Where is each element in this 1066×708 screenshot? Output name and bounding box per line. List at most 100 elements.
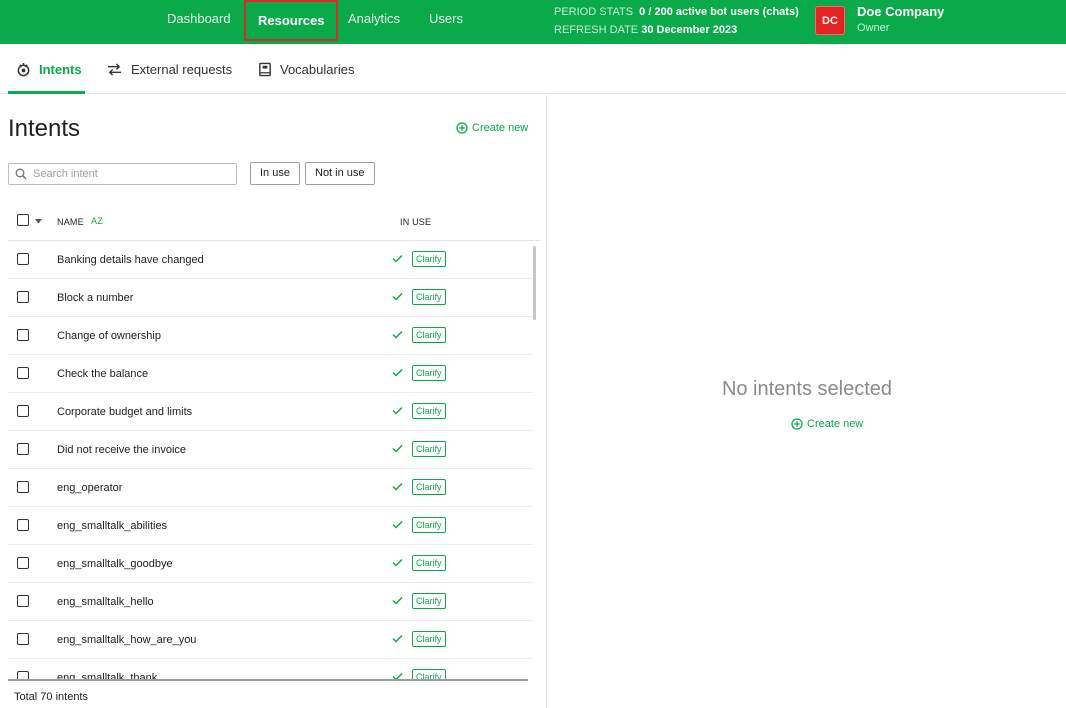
row-checkbox[interactable] bbox=[17, 329, 29, 341]
horizontal-scrollbar[interactable] bbox=[8, 679, 528, 681]
table-header: NAME AZ IN USE bbox=[8, 205, 540, 241]
table-row[interactable]: eng_smalltalk_hello Clarify bbox=[8, 583, 533, 621]
row-checkbox[interactable] bbox=[17, 595, 29, 607]
table-row[interactable]: Change of ownership Clarify bbox=[8, 317, 533, 355]
caret-down-icon[interactable] bbox=[35, 219, 42, 224]
table-row[interactable]: eng_operator Clarify bbox=[8, 469, 533, 507]
row-checkbox[interactable] bbox=[17, 557, 29, 569]
clarify-tag[interactable]: Clarify bbox=[412, 631, 446, 647]
clarify-tag[interactable]: Clarify bbox=[412, 479, 446, 495]
check-icon bbox=[392, 596, 403, 605]
clarify-tag[interactable]: Clarify bbox=[412, 403, 446, 419]
intent-name[interactable]: eng_operator bbox=[57, 469, 122, 507]
empty-state-create-new-label: Create new bbox=[807, 418, 864, 430]
sort-alpha-icon[interactable]: AZ bbox=[91, 216, 103, 226]
table-row[interactable]: eng_smalltalk_thank Clarify bbox=[8, 659, 533, 679]
table-row[interactable]: eng_smalltalk_how_are_you Clarify bbox=[8, 621, 533, 659]
refresh-date-label: REFRESH DATE bbox=[554, 24, 639, 36]
clarify-tag[interactable]: Clarify bbox=[412, 327, 446, 343]
check-icon bbox=[392, 672, 403, 679]
tab-vocabularies[interactable]: Vocabularies bbox=[258, 44, 354, 94]
select-all-checkbox[interactable] bbox=[17, 214, 29, 226]
intent-name[interactable]: Banking details have changed bbox=[57, 241, 204, 279]
table-row[interactable]: Banking details have changed Clarify bbox=[8, 241, 533, 279]
row-checkbox[interactable] bbox=[17, 253, 29, 265]
period-stats: PERIOD STATS 0 / 200 active bot users (c… bbox=[554, 3, 799, 39]
tab-vocabularies-label: Vocabularies bbox=[280, 61, 355, 77]
table-row[interactable]: Check the balance Clarify bbox=[8, 355, 533, 393]
row-checkbox[interactable] bbox=[17, 443, 29, 455]
intents-table: Banking details have changed Clarify Blo… bbox=[8, 241, 533, 679]
empty-state-create-new-button[interactable]: Create new bbox=[791, 418, 863, 430]
check-icon bbox=[392, 368, 403, 377]
intent-name[interactable]: Block a number bbox=[57, 279, 133, 317]
vertical-scrollbar-thumb[interactable] bbox=[533, 246, 536, 320]
create-new-intent-button[interactable]: Create new bbox=[456, 122, 528, 134]
page-title: Intents bbox=[8, 115, 81, 142]
column-header-in-use: IN USE bbox=[400, 217, 432, 227]
intent-name[interactable]: eng_smalltalk_abilities bbox=[57, 507, 167, 545]
tab-external-requests-label: External requests bbox=[131, 61, 233, 77]
active-tab-indicator bbox=[8, 91, 85, 94]
table-row[interactable]: Did not receive the invoice Clarify bbox=[8, 431, 533, 469]
clarify-tag[interactable]: Clarify bbox=[412, 365, 446, 381]
user-role: Owner bbox=[857, 22, 890, 34]
search-box[interactable] bbox=[8, 163, 237, 185]
intent-name[interactable]: Change of ownership bbox=[57, 317, 161, 355]
row-checkbox[interactable] bbox=[17, 291, 29, 303]
company-name[interactable]: Doe Company bbox=[857, 3, 944, 20]
top-bar: Dashboard Resources Analytics Users PERI… bbox=[0, 0, 1066, 44]
create-new-label: Create new bbox=[472, 122, 529, 134]
intent-name[interactable]: Check the balance bbox=[57, 355, 148, 393]
clarify-tag[interactable]: Clarify bbox=[412, 669, 446, 679]
intent-name[interactable]: eng_smalltalk_goodbye bbox=[57, 545, 173, 583]
plus-circle-icon bbox=[791, 418, 803, 430]
intents-list-panel: Intents Create new In use Not in use NAM… bbox=[0, 95, 547, 708]
check-icon bbox=[392, 406, 403, 415]
row-checkbox[interactable] bbox=[17, 481, 29, 493]
intent-name[interactable]: Corporate budget and limits bbox=[57, 393, 192, 431]
filter-in-use-button[interactable]: In use bbox=[250, 162, 300, 185]
clarify-tag[interactable]: Clarify bbox=[412, 251, 446, 267]
row-checkbox[interactable] bbox=[17, 671, 29, 679]
refresh-date-value: 30 December 2023 bbox=[641, 24, 738, 36]
book-icon bbox=[259, 62, 271, 76]
period-stats-value: 0 / 200 active bot users (chats) bbox=[639, 6, 799, 18]
tab-intents[interactable]: Intents bbox=[16, 44, 82, 94]
table-row[interactable]: eng_smalltalk_goodbye Clarify bbox=[8, 545, 533, 583]
check-icon bbox=[392, 330, 403, 339]
clarify-tag[interactable]: Clarify bbox=[412, 289, 446, 305]
intent-name[interactable]: eng_smalltalk_how_are_you bbox=[57, 621, 196, 659]
clarify-tag[interactable]: Clarify bbox=[412, 441, 446, 457]
tab-external-requests[interactable]: External requests bbox=[106, 44, 232, 94]
check-icon bbox=[392, 482, 403, 491]
clarify-tag[interactable]: Clarify bbox=[412, 517, 446, 533]
nav-dashboard[interactable]: Dashboard bbox=[167, 0, 231, 40]
nav-users[interactable]: Users bbox=[429, 0, 463, 40]
intent-name[interactable]: Did not receive the invoice bbox=[57, 431, 186, 469]
filter-not-in-use-button[interactable]: Not in use bbox=[305, 162, 375, 185]
nav-analytics[interactable]: Analytics bbox=[348, 0, 400, 40]
nav-resources[interactable]: Resources bbox=[244, 0, 339, 41]
intent-name[interactable]: eng_smalltalk_hello bbox=[57, 583, 154, 621]
empty-state-title: No intents selected bbox=[721, 378, 893, 400]
check-icon bbox=[392, 520, 403, 529]
search-input[interactable] bbox=[33, 166, 233, 182]
clarify-tag[interactable]: Clarify bbox=[412, 555, 446, 571]
resource-tabs: Intents External requests Vocabularies bbox=[0, 44, 1066, 94]
clarify-tag[interactable]: Clarify bbox=[412, 593, 446, 609]
plus-circle-icon bbox=[456, 122, 468, 134]
search-icon bbox=[15, 168, 27, 180]
company-avatar[interactable]: DC bbox=[815, 6, 845, 35]
row-checkbox[interactable] bbox=[17, 367, 29, 379]
table-row[interactable]: Corporate budget and limits Clarify bbox=[8, 393, 533, 431]
row-checkbox[interactable] bbox=[17, 633, 29, 645]
table-row[interactable]: eng_smalltalk_abilities Clarify bbox=[8, 507, 533, 545]
column-header-name[interactable]: NAME bbox=[57, 217, 84, 227]
intents-icon bbox=[17, 62, 30, 76]
table-row[interactable]: Block a number Clarify bbox=[8, 279, 533, 317]
row-checkbox[interactable] bbox=[17, 519, 29, 531]
check-icon bbox=[392, 444, 403, 453]
row-checkbox[interactable] bbox=[17, 405, 29, 417]
intent-name[interactable]: eng_smalltalk_thank bbox=[57, 659, 157, 679]
